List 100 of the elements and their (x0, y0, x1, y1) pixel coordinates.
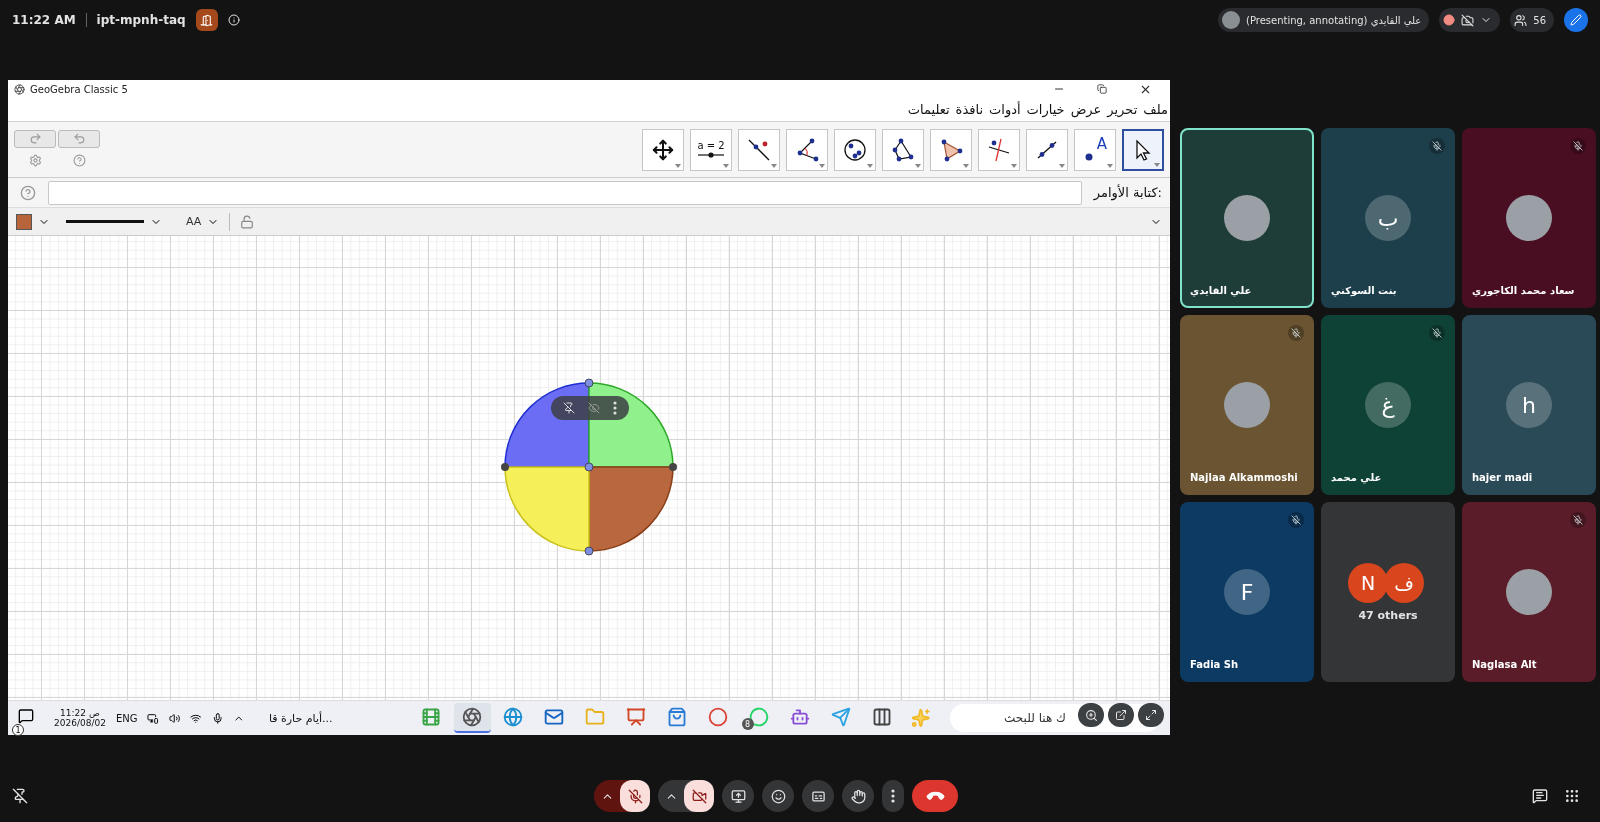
folder-icon (585, 707, 606, 727)
participants-pill[interactable]: 56 (1510, 8, 1554, 32)
mic-off-icon (1432, 328, 1442, 338)
tool-button[interactable]: a = 2 (690, 128, 732, 171)
captions-icon (810, 788, 826, 804)
bot-icon (790, 707, 811, 727)
mic-off-button[interactable] (620, 780, 650, 812)
avatar-initial: ب (1365, 195, 1411, 241)
door-icon (200, 13, 214, 27)
avatar-initial: N (1348, 562, 1388, 603)
more-icon (891, 789, 895, 803)
camera-off-icon (691, 788, 707, 804)
menu-item[interactable]: أدوات (989, 102, 1021, 117)
help-icon[interactable] (20, 184, 36, 201)
participant-tile[interactable]: Naglasa Alt (1462, 502, 1596, 682)
pop-out-icon (1115, 709, 1127, 721)
perpendicular-lines-icon (986, 136, 1012, 163)
undo-icon (72, 132, 86, 145)
avatar-initial: h (1506, 382, 1552, 428)
menu-item[interactable]: نافذة (955, 102, 984, 117)
chat-icon (1532, 788, 1548, 804)
annotate-button[interactable] (1564, 8, 1588, 32)
present-button[interactable] (722, 780, 754, 812)
participant-count: 56 (1533, 14, 1546, 26)
avatar-photo (1224, 382, 1270, 428)
expand-icon (1145, 709, 1157, 721)
more-options-button[interactable] (882, 780, 904, 812)
avatar-photo (1506, 569, 1552, 615)
command-input[interactable] (48, 180, 1082, 205)
emoji-button[interactable] (762, 780, 794, 812)
participant-tile[interactable]: ب بنت السوكني (1321, 128, 1455, 308)
menu-item[interactable]: تعليمات (907, 102, 950, 117)
menu-item[interactable]: ملف (1143, 102, 1168, 117)
device-icon[interactable] (147, 711, 159, 725)
eye-off-icon[interactable] (588, 402, 600, 414)
others-count: 47 others (1358, 608, 1418, 622)
avatar-photo (1224, 195, 1270, 241)
avatar-initial: ف (1384, 562, 1424, 603)
clock-date: 2026/08/02 (54, 718, 106, 728)
menu-item[interactable]: خيارات (1026, 102, 1065, 117)
pen-icon (1570, 14, 1582, 26)
notification-count: 1 (12, 724, 24, 736)
meeting-time: 11:22 AM (12, 13, 76, 27)
tool-button[interactable]: A (1074, 128, 1116, 171)
weather-text[interactable]: أيام حارة قا... (268, 711, 333, 725)
participant-tile[interactable]: h hajer madi (1462, 315, 1596, 495)
taskbar-app[interactable]: 8 (740, 703, 778, 733)
pin-off-icon[interactable] (563, 402, 576, 414)
color-swatch[interactable] (16, 213, 32, 230)
globe-icon (503, 707, 524, 727)
participant-name: hajer madi (1472, 472, 1533, 483)
raise-hand-button[interactable] (842, 780, 874, 812)
camera-off-button[interactable] (684, 780, 714, 812)
redo-icon (28, 132, 42, 145)
recording-pill[interactable] (1439, 8, 1501, 32)
avatar-photo (1222, 11, 1240, 29)
circle-points-icon (842, 136, 868, 163)
slider-icon (697, 151, 725, 159)
menu-item[interactable]: عرض (1070, 102, 1102, 117)
people-icon (1514, 13, 1528, 27)
language-indicator[interactable]: ENG (115, 712, 138, 724)
present-screen-icon (730, 788, 746, 804)
end-call-button[interactable] (912, 780, 958, 812)
tool-button[interactable] (1122, 128, 1164, 171)
participant-tile[interactable]: F Fadia Sh (1180, 502, 1314, 682)
activities-button[interactable] (195, 9, 218, 31)
mic-off-icon (1291, 515, 1301, 525)
presenter-status: علي القايدي (Presenting, annotating) (1246, 14, 1422, 26)
info-icon[interactable] (227, 14, 240, 26)
move-arrows-icon (652, 138, 674, 161)
unlock-icon[interactable] (240, 214, 255, 229)
app-badge: 8 (741, 718, 754, 730)
participant-tile[interactable]: Najlaa Alkammoshi (1180, 315, 1314, 495)
window-title: GeoGebra Classic 5 (30, 83, 129, 95)
circle-icon (708, 707, 729, 727)
mic-off-icon (1573, 141, 1583, 151)
chat-bubble-icon (749, 707, 770, 727)
apps-grid-icon (1564, 788, 1580, 804)
more-icon[interactable] (612, 401, 617, 415)
mic-off-icon (1573, 515, 1583, 525)
participant-tile[interactable]: علي القايدي (1180, 128, 1314, 308)
pin-off-icon[interactable] (12, 788, 28, 804)
avatar-photo (1506, 195, 1552, 241)
participant-name: Najlaa Alkammoshi (1190, 472, 1298, 483)
app-logo-icon (14, 83, 25, 95)
text-size-button[interactable]: AA (186, 215, 202, 228)
shopping-bag-icon (667, 707, 688, 727)
help-icon[interactable] (72, 154, 86, 167)
participant-tile[interactable]: سعاد محمد الكاجوري (1462, 128, 1596, 308)
participant-tile[interactable]: غ علي محمد (1321, 315, 1455, 495)
menu-item[interactable]: تحرير (1107, 102, 1138, 117)
mail-icon (544, 707, 565, 727)
taskbar-app[interactable] (453, 703, 491, 733)
mic-icon[interactable] (211, 711, 224, 725)
presentation-icon (626, 707, 647, 727)
polygon-icon (890, 136, 916, 163)
notification-icon[interactable] (18, 708, 34, 724)
volume-icon[interactable] (168, 711, 181, 725)
participant-name: سعاد محمد الكاجوري (1472, 285, 1575, 296)
captions-button[interactable] (802, 780, 834, 812)
